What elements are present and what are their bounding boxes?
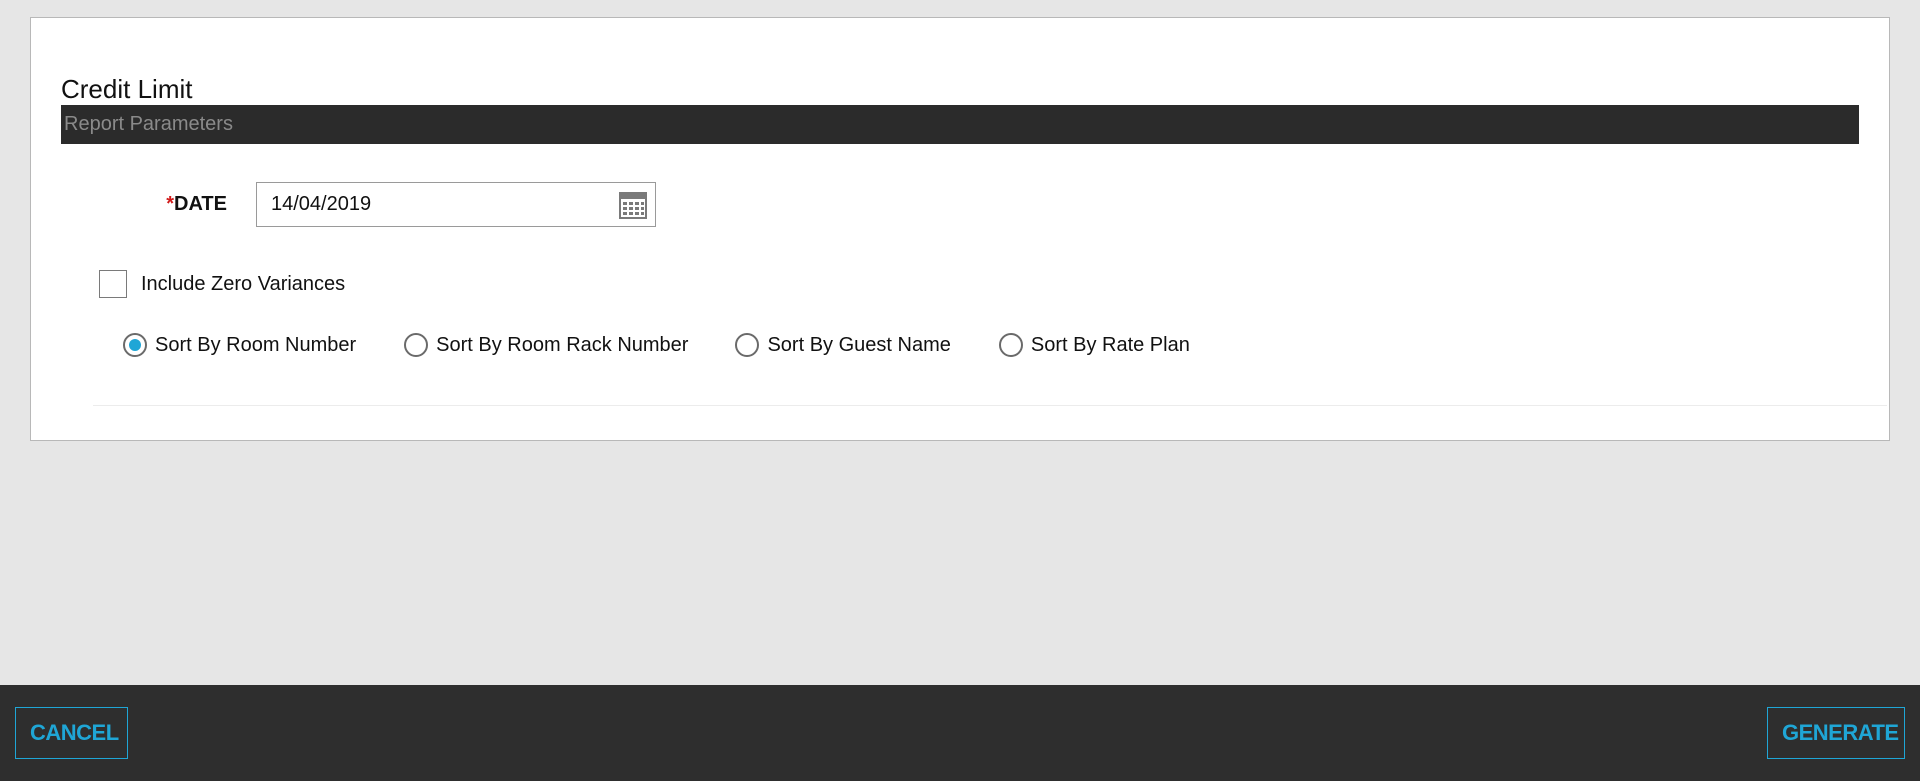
cancel-button[interactable]: CANCEL [15,707,128,759]
sort-by-guest-name-option[interactable]: Sort By Guest Name [735,333,951,357]
report-panel: Credit Limit Report Parameters *DATE 14/… [30,17,1890,441]
sort-by-rate-plan-radio[interactable] [998,333,1023,357]
sort-options: Sort By Room Number Sort By Room Rack Nu… [123,333,1190,357]
date-label-text: DATE [174,193,227,215]
include-zero-variances-row: Include Zero Variances [99,270,345,298]
section-divider [93,405,1887,406]
date-row: *DATE [132,182,656,227]
sort-by-room-rack-number-option[interactable]: Sort By Room Rack Number [404,333,688,357]
sort-by-room-number-option[interactable]: Sort By Room Number [123,333,356,357]
sort-by-guest-name-label[interactable]: Sort By Guest Name [767,334,950,357]
include-zero-variances-label[interactable]: Include Zero Variances [141,273,345,296]
date-field [256,182,656,227]
generate-button[interactable]: GENERATE [1767,707,1905,759]
date-label: *DATE [132,193,241,216]
sort-by-room-rack-number-radio[interactable] [404,333,429,357]
sort-by-room-number-radio[interactable] [123,333,147,357]
section-header: Report Parameters [61,105,1859,144]
date-input[interactable] [257,183,655,226]
sort-by-room-rack-number-label[interactable]: Sort By Room Rack Number [436,334,688,357]
required-marker: * [166,193,175,215]
sort-by-rate-plan-label[interactable]: Sort By Rate Plan [1031,334,1190,357]
calendar-icon[interactable] [619,191,647,219]
include-zero-variances-checkbox[interactable] [99,270,127,298]
sort-by-guest-name-radio[interactable] [735,333,760,357]
sort-by-rate-plan-option[interactable]: Sort By Rate Plan [998,333,1190,357]
page-title: Credit Limit [61,74,193,104]
sort-by-room-number-label[interactable]: Sort By Room Number [155,334,356,357]
footer-bar: CANCEL GENERATE [0,685,1920,781]
